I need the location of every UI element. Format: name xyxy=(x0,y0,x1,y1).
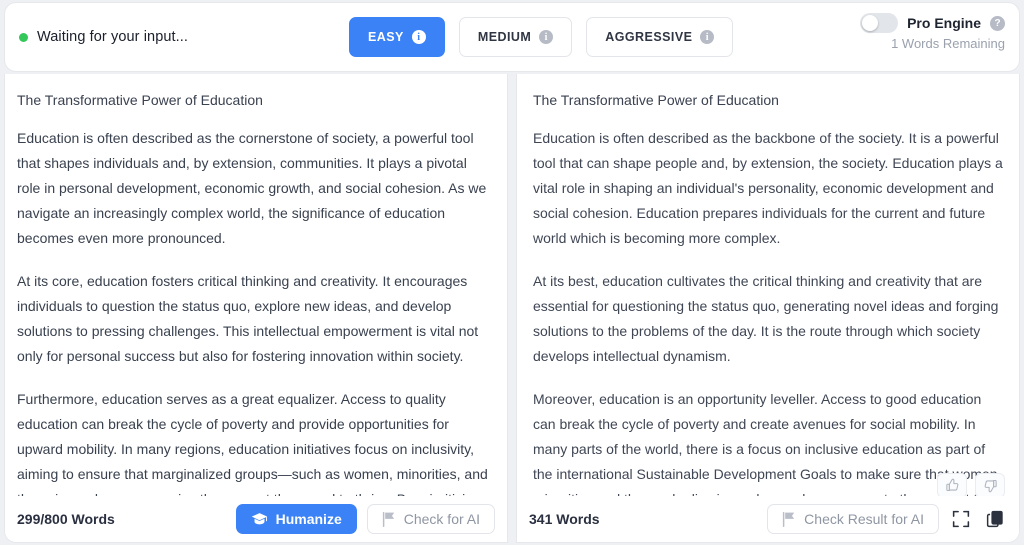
thumbs-down-icon xyxy=(983,478,998,493)
output-footer: 341 Words Check Result for AI xyxy=(517,496,1019,542)
humanize-button[interactable]: Humanize xyxy=(235,504,357,534)
copy-button[interactable] xyxy=(983,507,1007,531)
input-paragraph: At its core, education fosters critical … xyxy=(17,273,479,364)
fullscreen-expand-button[interactable] xyxy=(949,507,973,531)
fullscreen-expand-icon xyxy=(952,510,970,528)
flag-icon xyxy=(782,511,796,527)
mode-button-aggressive[interactable]: AGGRESSIVE i xyxy=(586,17,734,57)
input-word-count: 299/800 Words xyxy=(17,511,115,527)
pro-engine-toggle[interactable] xyxy=(860,13,899,33)
mode-label-aggressive: AGGRESSIVE xyxy=(605,30,693,44)
thumbs-up-icon xyxy=(945,478,960,493)
mode-label-medium: MEDIUM xyxy=(477,30,532,44)
copy-icon xyxy=(986,510,1004,528)
info-icon[interactable]: i xyxy=(539,30,554,44)
output-actions: Check Result for AI xyxy=(767,504,1007,534)
panel-divider xyxy=(508,74,516,543)
mode-label-easy: EASY xyxy=(368,30,404,44)
input-paragraph: Education is often described as the corn… xyxy=(17,130,487,246)
input-actions: Humanize Check for AI xyxy=(235,504,495,534)
humanizer-app: Waiting for your input... EASY i MEDIUM … xyxy=(0,0,1024,545)
thumbs-down-button[interactable] xyxy=(975,473,1005,498)
output-title: The Transformative Power of Education xyxy=(533,92,779,108)
question-mark-icon[interactable]: ? xyxy=(990,15,1005,31)
graduation-cap-icon xyxy=(251,512,268,527)
check-for-ai-label: Check for AI xyxy=(403,511,480,527)
input-panel[interactable]: The Transformative Power of Education Ed… xyxy=(4,74,508,543)
pro-engine-row: Pro Engine ? xyxy=(860,13,1005,33)
status-indicator: Waiting for your input... xyxy=(19,29,349,45)
check-result-label: Check Result for AI xyxy=(804,511,924,527)
toggle-knob xyxy=(862,15,879,31)
info-icon[interactable]: i xyxy=(700,30,715,44)
info-icon[interactable]: i xyxy=(411,30,426,44)
mode-button-easy[interactable]: EASY i xyxy=(349,17,445,57)
mode-button-medium[interactable]: MEDIUM i xyxy=(458,17,573,57)
flag-icon xyxy=(382,511,396,527)
mode-selector: EASY i MEDIUM i AGGRESSIVE i xyxy=(349,17,734,57)
feedback-controls xyxy=(937,473,1005,498)
check-result-for-ai-button[interactable]: Check Result for AI xyxy=(767,504,939,534)
toolbar: Waiting for your input... EASY i MEDIUM … xyxy=(4,2,1020,72)
output-paragraph: At its best, education cultivates the cr… xyxy=(533,273,999,364)
pro-engine-section: Pro Engine ? 1 Words Remaining xyxy=(860,13,1005,51)
input-title: The Transformative Power of Education xyxy=(17,92,263,108)
editor-panels: The Transformative Power of Education Ed… xyxy=(4,74,1020,543)
output-panel[interactable]: The Transformative Power of Education Ed… xyxy=(516,74,1020,543)
status-label: Waiting for your input... xyxy=(37,29,189,45)
pro-engine-label: Pro Engine xyxy=(907,15,981,31)
thumbs-up-button[interactable] xyxy=(937,473,967,498)
output-word-count: 341 Words xyxy=(529,511,600,527)
status-dot xyxy=(19,32,28,42)
words-remaining-label: 1 Words Remaining xyxy=(891,36,1005,51)
input-document[interactable]: The Transformative Power of Education Ed… xyxy=(5,74,507,542)
humanize-label: Humanize xyxy=(275,511,342,527)
output-paragraph: Education is often described as the back… xyxy=(533,130,1003,246)
input-footer: 299/800 Words Humanize Check for AI xyxy=(5,496,507,542)
check-for-ai-button[interactable]: Check for AI xyxy=(366,504,495,534)
